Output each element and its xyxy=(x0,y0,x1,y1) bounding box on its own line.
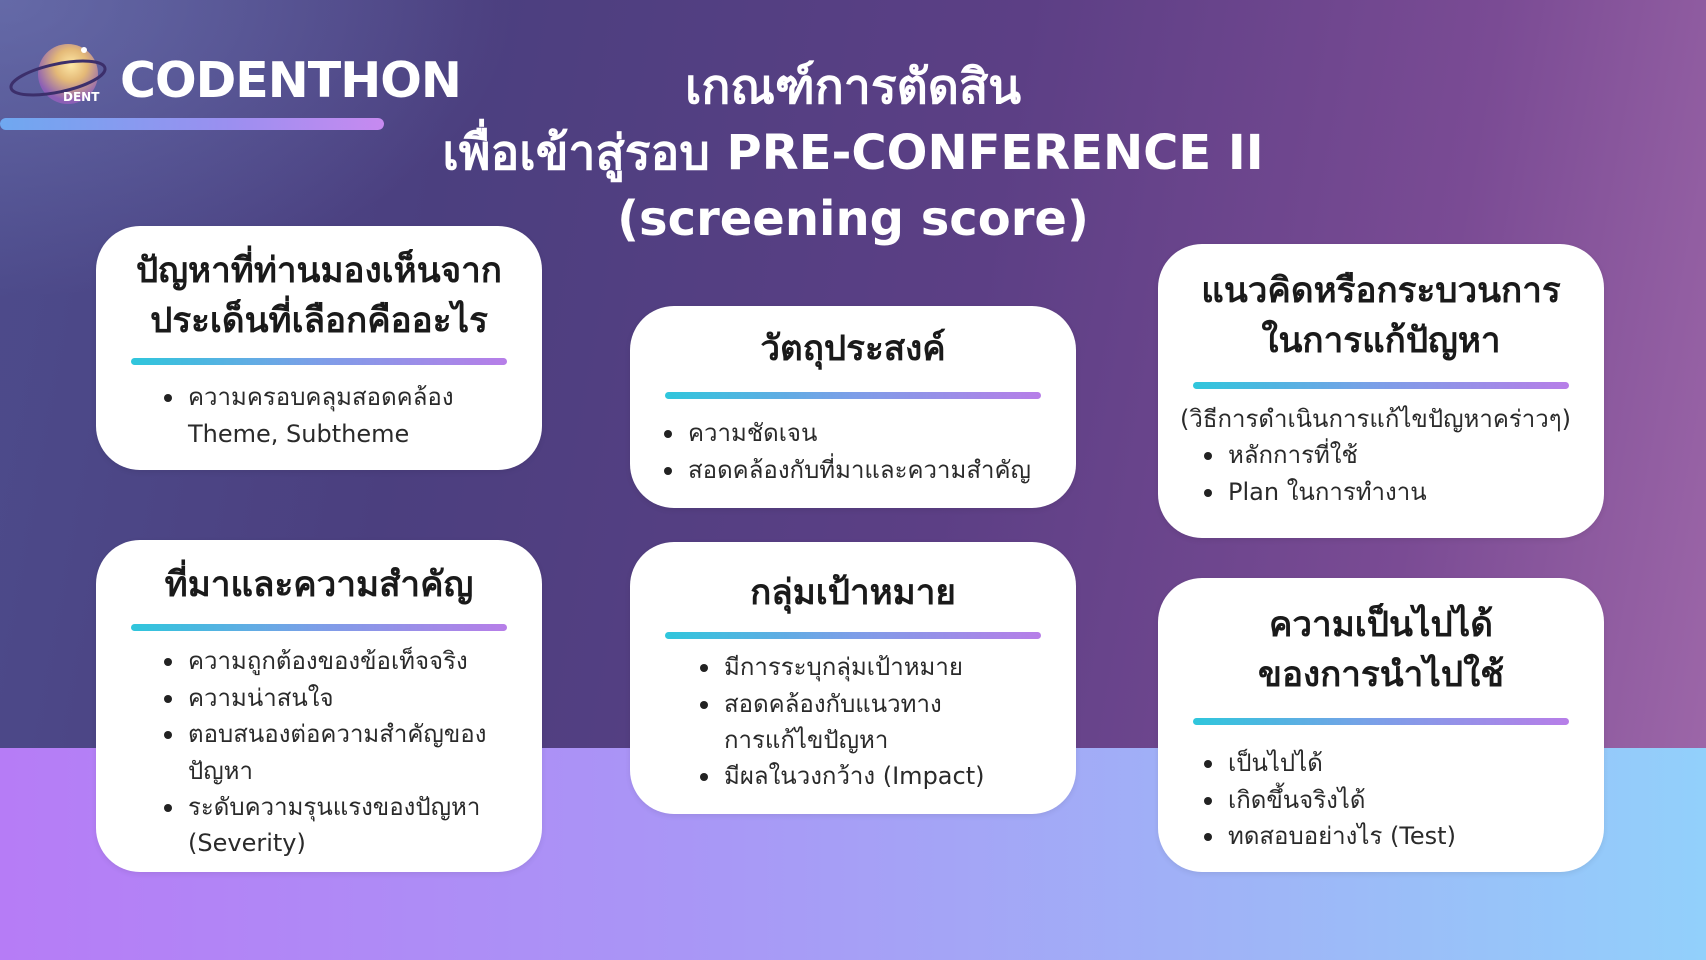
list-item: ความถูกต้องของข้อเท็จจริง xyxy=(162,643,542,680)
card-background-list: ความถูกต้องของข้อเท็จจริง ความน่าสนใจ ตอ… xyxy=(162,643,542,753)
title-line-2: เพื่อเข้าสู่รอบ PRE-CONFERENCE II xyxy=(442,125,1264,181)
card-approach-list: หลักการที่ใช้ Plan ในการทำงาน xyxy=(1202,437,1604,510)
card-approach-title: แนวคิดหรือกระบวนการ ในการแก้ปัญหา xyxy=(1158,266,1604,366)
card-objective-divider xyxy=(665,392,1041,399)
list-item: สอดคล้องกับที่มาและความสำคัญ xyxy=(662,452,1076,489)
card-approach-title-line-2: ในการแก้ปัญหา xyxy=(1261,321,1501,361)
card-feasibility-list: เป็นไปได้ เกิดขึ้นจริงได้ ทดสอบอย่างไร (… xyxy=(1202,745,1604,855)
card-problem-title-line-2: ประเด็นที่เลือกคืออะไร xyxy=(150,301,488,341)
list-item: ระดับความรุนแรงของปัญหา xyxy=(162,789,542,826)
list-item: ความน่าสนใจ xyxy=(162,680,542,717)
card-background-title: ที่มาและความสำคัญ xyxy=(164,565,474,605)
card-objective-list: ความชัดเจน สอดคล้องกับที่มาและความสำคัญ xyxy=(662,415,1076,488)
card-problem-title: ปัญหาที่ท่านมองเห็นจาก ประเด็นที่เลือกคื… xyxy=(96,246,542,346)
card-problem-divider xyxy=(131,358,507,365)
list-item: มีผลในวงกว้าง (Impact) xyxy=(698,758,1076,795)
list-item: เกิดขึ้นจริงได้ xyxy=(1202,782,1604,819)
card-feasibility-title: ความเป็นไปได้ ของการนำไปใช้ xyxy=(1158,600,1604,700)
list-item: ความครอบคลุมสอดคล้อง xyxy=(162,379,542,416)
card-feasibility: ความเป็นไปได้ ของการนำไปใช้ เป็นไปได้ เก… xyxy=(1158,578,1604,872)
card-target-list-2: มีผลในวงกว้าง (Impact) xyxy=(698,758,1076,795)
list-item: ความชัดเจน xyxy=(662,415,1076,452)
card-approach: แนวคิดหรือกระบวนการ ในการแก้ปัญหา (วิธีก… xyxy=(1158,244,1604,538)
card-approach-title-line-1: แนวคิดหรือกระบวนการ xyxy=(1201,271,1561,311)
card-objective-title: วัตถุประสงค์ xyxy=(760,329,946,369)
card-background-list-2: ระดับความรุนแรงของปัญหา xyxy=(162,789,542,826)
list-item: ทดสอบอย่างไร (Test) xyxy=(1202,818,1604,855)
list-item: Plan ในการทำงาน xyxy=(1202,474,1604,511)
card-approach-note: (วิธีการดำเนินการแก้ไขปัญหาคร่าวๆ) xyxy=(1180,405,1571,433)
list-item: ตอบสนองต่อความสำคัญของ xyxy=(162,716,542,753)
card-target-divider xyxy=(665,632,1041,639)
card-problem: ปัญหาที่ท่านมองเห็นจาก ประเด็นที่เลือกคื… xyxy=(96,226,542,470)
card-problem-title-line-1: ปัญหาที่ท่านมองเห็นจาก xyxy=(136,251,502,291)
list-item-continuation: การแก้ไขปัญหา xyxy=(724,726,889,754)
codenthon-logo: DENT CODENTHON xyxy=(0,36,462,136)
title-line-1: เกณฑ์การตัดสิน xyxy=(684,59,1022,115)
card-feasibility-title-line-1: ความเป็นไปได้ xyxy=(1268,605,1494,645)
list-item: หลักการที่ใช้ xyxy=(1202,437,1604,474)
card-target: กลุ่มเป้าหมาย มีการระบุกลุ่มเป้าหมาย สอด… xyxy=(630,542,1076,814)
card-feasibility-title-line-2: ของการนำไปใช้ xyxy=(1258,655,1504,695)
card-problem-list: ความครอบคลุมสอดคล้อง xyxy=(162,379,542,416)
logo-subtext: DENT xyxy=(63,90,100,104)
list-item-continuation: ปัญหา xyxy=(188,756,253,785)
card-objective: วัตถุประสงค์ ความชัดเจน สอดคล้องกับที่มา… xyxy=(630,306,1076,508)
list-item: สอดคล้องกับแนวทาง xyxy=(698,686,1076,723)
page-title: เกณฑ์การตัดสิน เพื่อเข้าสู่รอบ PRE-CONFE… xyxy=(380,54,1326,252)
list-item-continuation: (Severity) xyxy=(188,829,306,857)
card-background-divider xyxy=(131,624,507,631)
card-feasibility-divider xyxy=(1193,718,1569,725)
list-item-continuation: Theme, Subtheme xyxy=(188,419,410,448)
card-background: ที่มาและความสำคัญ ความถูกต้องของข้อเท็จจ… xyxy=(96,540,542,872)
card-target-title: กลุ่มเป้าหมาย xyxy=(750,573,956,613)
card-approach-divider xyxy=(1193,382,1569,389)
list-item: เป็นไปได้ xyxy=(1202,745,1604,782)
card-target-list: มีการระบุกลุ่มเป้าหมาย สอดคล้องกับแนวทาง xyxy=(698,649,1076,722)
logo-underline-bar xyxy=(0,118,384,130)
list-item: มีการระบุกลุ่มเป้าหมาย xyxy=(698,649,1076,686)
planet-logo-icon xyxy=(9,44,107,104)
